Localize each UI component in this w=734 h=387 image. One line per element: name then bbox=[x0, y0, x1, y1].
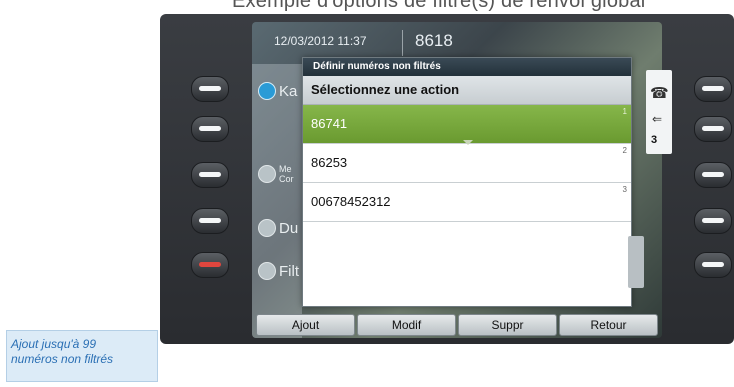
handset-icon[interactable]: ☎ bbox=[650, 84, 669, 102]
right-session-button-5[interactable] bbox=[694, 252, 732, 278]
left-line-button-4[interactable] bbox=[191, 208, 229, 234]
speaker-icon bbox=[258, 165, 276, 183]
call-count-badge: 3 bbox=[651, 134, 658, 146]
right-session-button-1[interactable] bbox=[694, 76, 732, 102]
list-item-index: 1 bbox=[622, 107, 627, 116]
left-line-button-3[interactable] bbox=[191, 162, 229, 188]
line-panel bbox=[252, 64, 302, 338]
add-button[interactable]: Ajout bbox=[256, 314, 355, 336]
handset-icon bbox=[258, 82, 276, 100]
list-item[interactable]: 86253 2 bbox=[303, 144, 631, 183]
left-line-button-2[interactable] bbox=[191, 116, 229, 142]
line-item-2[interactable]: Me Cor bbox=[258, 164, 294, 184]
line-label-1: Ka bbox=[279, 82, 298, 100]
header-datetime: 12/03/2012 11:37 bbox=[274, 34, 367, 48]
popup-title: Définir numéros non filtrés bbox=[303, 58, 631, 76]
header-separator bbox=[402, 30, 403, 56]
list-item[interactable]: 86741 1 bbox=[303, 105, 631, 145]
list-item-number: 00678452312 bbox=[311, 194, 391, 209]
arrow-left-icon[interactable]: ⇐ bbox=[652, 112, 662, 126]
left-line-button-1[interactable] bbox=[191, 76, 229, 102]
callout-note: Ajout jusqu'à 99 numéros non filtrés bbox=[6, 330, 158, 382]
popup-subtitle: Sélectionnez une action bbox=[303, 76, 631, 105]
right-session-button-4[interactable] bbox=[694, 208, 732, 234]
line-label-3: Du bbox=[279, 219, 299, 237]
phone-screen: 12/03/2012 11:37 8618 Ka Me Cor Du Filt … bbox=[252, 22, 662, 338]
callout-line-1: Ajout jusqu'à 99 bbox=[11, 337, 97, 351]
left-line-button-5[interactable] bbox=[191, 252, 229, 278]
list-item[interactable]: 00678452312 3 bbox=[303, 183, 631, 222]
list-item-number: 86253 bbox=[311, 155, 348, 170]
top-caption: Exemple d'options de filtre(s) de renvoi… bbox=[232, 0, 646, 12]
line-item-1[interactable]: Ka bbox=[258, 82, 297, 100]
list-item-number: 86741 bbox=[311, 116, 348, 131]
line-label-4: Filt bbox=[279, 262, 299, 280]
callout-text: Ajout jusqu'à 99 numéros non filtrés bbox=[11, 337, 113, 367]
list-item-index: 3 bbox=[622, 185, 627, 194]
scrollbar[interactable] bbox=[628, 236, 644, 288]
line-label-2: Me Cor bbox=[279, 164, 294, 184]
header-extension: 8618 bbox=[415, 31, 453, 50]
back-button[interactable]: Retour bbox=[559, 314, 658, 336]
softkey-bar: Ajout Modif Suppr Retour bbox=[256, 314, 658, 336]
action-popup: Définir numéros non filtrés Sélectionnez… bbox=[302, 57, 632, 307]
right-session-button-3[interactable] bbox=[694, 162, 732, 188]
callout-line-2: numéros non filtrés bbox=[11, 352, 114, 366]
line-item-4[interactable]: Filt bbox=[258, 262, 299, 280]
delete-button[interactable]: Suppr bbox=[458, 314, 557, 336]
filter-icon bbox=[258, 262, 276, 280]
line-item-3[interactable]: Du bbox=[258, 219, 298, 237]
list-item-index: 2 bbox=[622, 146, 627, 155]
edit-button[interactable]: Modif bbox=[357, 314, 456, 336]
handset-icon bbox=[258, 219, 276, 237]
right-session-button-2[interactable] bbox=[694, 116, 732, 142]
